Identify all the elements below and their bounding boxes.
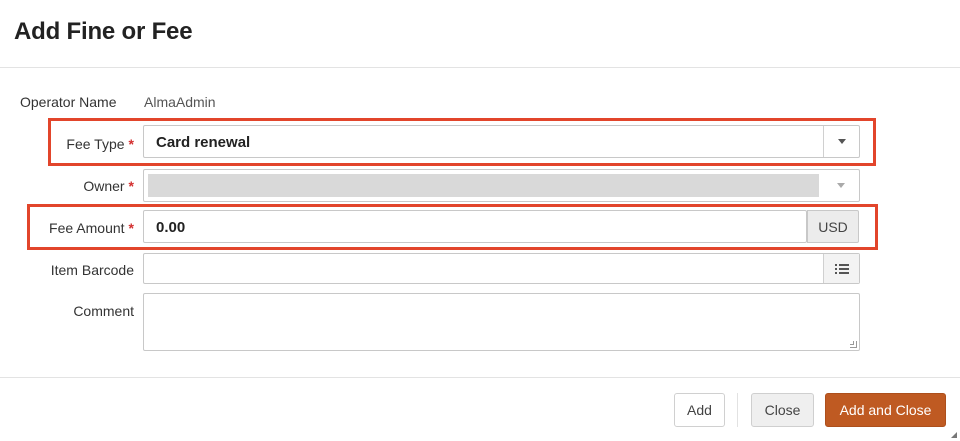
dialog-header: Add Fine or Fee: [0, 0, 960, 68]
item-barcode-label: Item Barcode: [50, 262, 134, 278]
comment-label: Comment: [73, 303, 134, 319]
operator-name-label: Operator Name: [20, 94, 117, 110]
owner-value: [148, 174, 819, 197]
operator-name-value: AlmaAdmin: [144, 94, 216, 110]
comment-textarea[interactable]: [143, 293, 860, 351]
add-and-close-button[interactable]: Add and Close: [825, 393, 946, 427]
owner-dropdown-button[interactable]: [823, 170, 859, 201]
owner-label: Owner *: [83, 178, 134, 194]
chevron-down-icon: [837, 183, 845, 188]
dialog-footer: [0, 377, 960, 441]
fee-amount-highlight: [27, 204, 878, 250]
required-marker: *: [128, 178, 134, 194]
owner-label-text: Owner: [83, 178, 125, 194]
dialog-title: Add Fine or Fee: [14, 18, 193, 45]
close-button[interactable]: Close: [751, 393, 814, 427]
add-button[interactable]: Add: [674, 393, 725, 427]
list-icon: [834, 263, 849, 274]
dialog-resize-icon[interactable]: [948, 429, 957, 438]
owner-select[interactable]: [143, 169, 860, 202]
add-fine-dialog: Add Fine or Fee Operator Name AlmaAdmin …: [0, 0, 960, 441]
resize-grip-icon[interactable]: [850, 341, 857, 348]
button-separator: [737, 393, 738, 427]
fee-type-highlight: [48, 118, 876, 166]
item-barcode-input[interactable]: [143, 253, 860, 284]
barcode-list-button[interactable]: [823, 254, 859, 283]
